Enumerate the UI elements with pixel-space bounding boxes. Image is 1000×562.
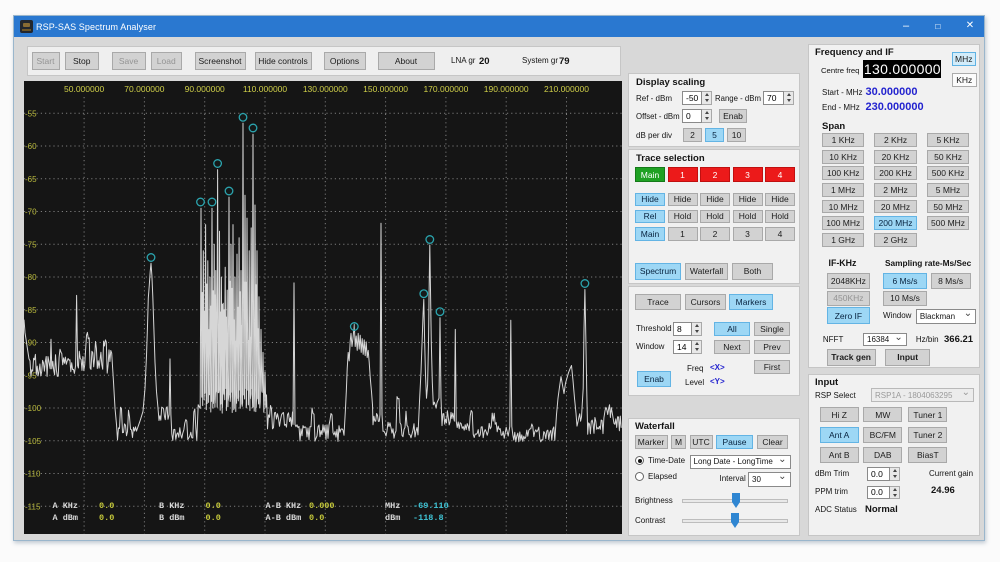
svg-text:130.000000: 130.000000 [303, 84, 348, 94]
svg-text:50.000000: 50.000000 [64, 84, 104, 94]
svg-text:-70: -70 [25, 208, 37, 217]
svg-text:-100: -100 [25, 404, 42, 413]
svg-text:190.000000: 190.000000 [484, 84, 529, 94]
svg-text:90.000000: 90.000000 [185, 84, 225, 94]
svg-text:110.000000: 110.000000 [243, 84, 288, 94]
svg-text:-75: -75 [25, 240, 37, 249]
svg-text:-60: -60 [25, 142, 37, 151]
svg-text:-115: -115 [25, 502, 41, 511]
svg-text:150.000000: 150.000000 [363, 84, 408, 94]
svg-text:-85: -85 [25, 306, 37, 315]
svg-text:-110: -110 [25, 470, 41, 479]
svg-text:210.000000: 210.000000 [544, 84, 589, 94]
svg-text:-65: -65 [25, 175, 37, 184]
svg-text:-80: -80 [25, 273, 37, 282]
svg-text:70.000000: 70.000000 [124, 84, 164, 94]
svg-text:-105: -105 [25, 437, 42, 446]
svg-text:170.000000: 170.000000 [423, 84, 468, 94]
svg-text:-55: -55 [25, 109, 37, 118]
